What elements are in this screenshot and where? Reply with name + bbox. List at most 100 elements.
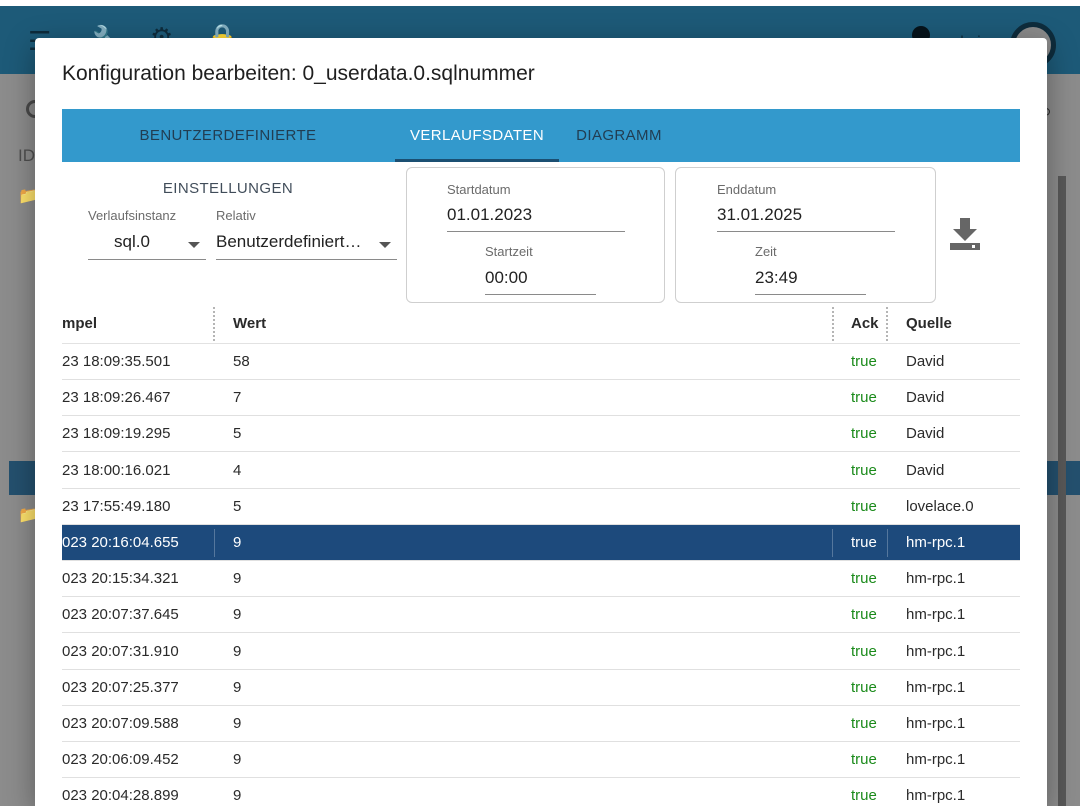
cell-value: 58	[233, 353, 250, 370]
cell-timestamp: 23 18:09:35.501	[62, 344, 210, 380]
table-row[interactable]: 023 20:07:31.910 9 true hm-rpc.1	[62, 634, 1020, 670]
relative-value: Benutzerdefiniert…	[216, 232, 362, 251]
cell-timestamp: 23 18:00:16.021	[62, 453, 210, 489]
table-header: mpel Wert Ack Quelle	[62, 303, 1020, 344]
table-row[interactable]: 23 18:09:26.467 7 true David	[62, 380, 1020, 417]
start-time-field[interactable]: 00:00	[485, 265, 596, 295]
tab-bar: BENUTZERDEFINIERTE EINSTELLUNGEN VERLAUF…	[62, 109, 1020, 197]
history-table: mpel Wert Ack Quelle 23 18:09:35.501 58 tr…	[62, 303, 1020, 806]
table-row[interactable]: 23 18:00:16.021 4 true David	[62, 453, 1020, 489]
cell-divider	[832, 529, 833, 557]
cell-ack: true	[851, 751, 877, 769]
relative-label: Relativ	[216, 208, 256, 223]
cell-timestamp: 023 20:07:25.377	[62, 670, 210, 706]
start-date-value: 01.01.2023	[447, 205, 533, 224]
start-time-label: Startzeit	[485, 244, 533, 259]
end-time-field[interactable]: 23:49	[755, 265, 866, 295]
cell-source: hm-rpc.1	[906, 678, 966, 696]
end-time-value: 23:49	[755, 268, 798, 287]
timestamp-text: 023 20:07:09.588	[62, 715, 179, 732]
scrollbar[interactable]	[1058, 176, 1066, 806]
cell-ack: true	[851, 606, 877, 624]
id-column-header: ID	[18, 146, 35, 165]
cell-ack: true	[851, 353, 877, 370]
cell-ack: true	[851, 678, 877, 696]
config-dialog: Konfiguration bearbeiten: 0_userdata.0.s…	[35, 38, 1047, 806]
cell-source: hm-rpc.1	[906, 570, 966, 588]
cell-ack: true	[851, 642, 877, 660]
cell-ack: true	[851, 570, 877, 588]
timestamp-text: 023 20:16:04.655	[62, 534, 179, 551]
table-row[interactable]: 23 18:09:35.501 58 true David	[62, 344, 1020, 380]
column-divider[interactable]	[832, 307, 834, 341]
tab-history[interactable]: VERLAUFSDATEN	[395, 109, 559, 162]
cell-source: hm-rpc.1	[906, 715, 966, 732]
timestamp-text: 23 18:00:16.021	[62, 461, 171, 479]
timestamp-text: 23 17:55:49.180	[62, 497, 171, 515]
cell-value: 9	[233, 606, 242, 624]
cell-value: 5	[233, 425, 242, 443]
cell-value: 9	[233, 570, 242, 588]
instance-select[interactable]: sql.0	[88, 228, 206, 260]
cell-timestamp: 023 20:16:04.655	[62, 525, 210, 561]
table-row[interactable]: 023 20:16:04.655 9 true hm-rpc.1	[62, 525, 1020, 561]
column-header-value[interactable]: Wert	[233, 303, 433, 344]
cell-source: hm-rpc.1	[906, 787, 966, 805]
column-header-ack[interactable]: Ack	[851, 303, 891, 344]
column-divider[interactable]	[886, 307, 888, 341]
cell-value: 9	[233, 534, 242, 551]
chevron-down-icon	[379, 242, 391, 248]
start-date-label: Startdatum	[447, 182, 511, 197]
relative-select[interactable]: Benutzerdefiniert…	[216, 228, 397, 260]
timestamp-text: 23 18:09:19.295	[62, 425, 171, 443]
cell-ack: true	[851, 389, 877, 407]
instance-value: sql.0	[114, 232, 150, 251]
table-row[interactable]: 23 17:55:49.180 5 true lovelace.0	[62, 489, 1020, 525]
table-row[interactable]: 023 20:07:37.645 9 true hm-rpc.1	[62, 597, 1020, 634]
cell-value: 9	[233, 751, 242, 769]
column-header-source[interactable]: Quelle	[906, 303, 1006, 344]
cell-ack: true	[851, 534, 877, 551]
timestamp-text: 23 18:09:35.501	[62, 353, 171, 370]
cell-source: hm-rpc.1	[906, 642, 966, 660]
timestamp-text: 023 20:07:25.377	[62, 678, 179, 696]
cell-divider	[887, 529, 888, 557]
table-row[interactable]: 023 20:15:34.321 9 true hm-rpc.1	[62, 561, 1020, 598]
table-row[interactable]: 023 20:07:09.588 9 true hm-rpc.1	[62, 706, 1020, 742]
cell-timestamp: 023 20:07:37.645	[62, 597, 210, 633]
cell-value: 9	[233, 715, 242, 732]
timestamp-text: 023 20:07:31.910	[62, 642, 179, 660]
cell-value: 4	[233, 461, 242, 479]
table-row[interactable]: 023 20:06:09.452 9 true hm-rpc.1	[62, 742, 1020, 779]
cell-value: 9	[233, 787, 242, 805]
instance-label: Verlaufsinstanz	[88, 208, 177, 223]
column-divider[interactable]	[213, 307, 215, 341]
end-date-field[interactable]: 31.01.2025	[717, 202, 895, 232]
cell-source: hm-rpc.1	[906, 606, 966, 624]
table-row[interactable]: 023 20:07:25.377 9 true hm-rpc.1	[62, 670, 1020, 706]
column-header-timestamp[interactable]: mpel	[62, 303, 212, 344]
start-date-field[interactable]: 01.01.2023	[447, 202, 625, 232]
cell-timestamp: 023 20:07:31.910	[62, 634, 210, 670]
timestamp-text: 023 20:04:28.899	[62, 787, 179, 805]
cell-ack: true	[851, 787, 877, 805]
cell-ack: true	[851, 461, 877, 479]
download-icon[interactable]	[948, 216, 982, 252]
cell-timestamp: 023 20:04:28.899	[62, 778, 210, 806]
end-date-label: Enddatum	[717, 182, 777, 197]
cell-value: 7	[233, 389, 242, 407]
cell-timestamp: 023 20:06:09.452	[62, 742, 210, 778]
cell-timestamp: 23 18:09:19.295	[62, 416, 210, 452]
tab-custom-settings[interactable]: BENUTZERDEFINIERTE EINSTELLUNGEN	[80, 109, 376, 197]
cell-timestamp: 023 20:15:34.321	[62, 561, 210, 597]
table-row[interactable]: 023 20:04:28.899 9 true hm-rpc.1	[62, 778, 1020, 806]
timestamp-text: 23 18:09:26.467	[62, 389, 171, 407]
end-time-label: Zeit	[755, 244, 777, 259]
timestamp-text: 023 20:06:09.452	[62, 751, 179, 769]
cell-source: hm-rpc.1	[906, 534, 966, 551]
dialog-title: Konfiguration bearbeiten: 0_userdata.0.s…	[62, 62, 535, 85]
start-date-group: Startdatum 01.01.2023 Startzeit 00:00	[406, 167, 665, 303]
table-row[interactable]: 23 18:09:19.295 5 true David	[62, 416, 1020, 453]
tab-chart[interactable]: DIAGRAMM	[574, 109, 664, 162]
end-date-value: 31.01.2025	[717, 205, 803, 224]
